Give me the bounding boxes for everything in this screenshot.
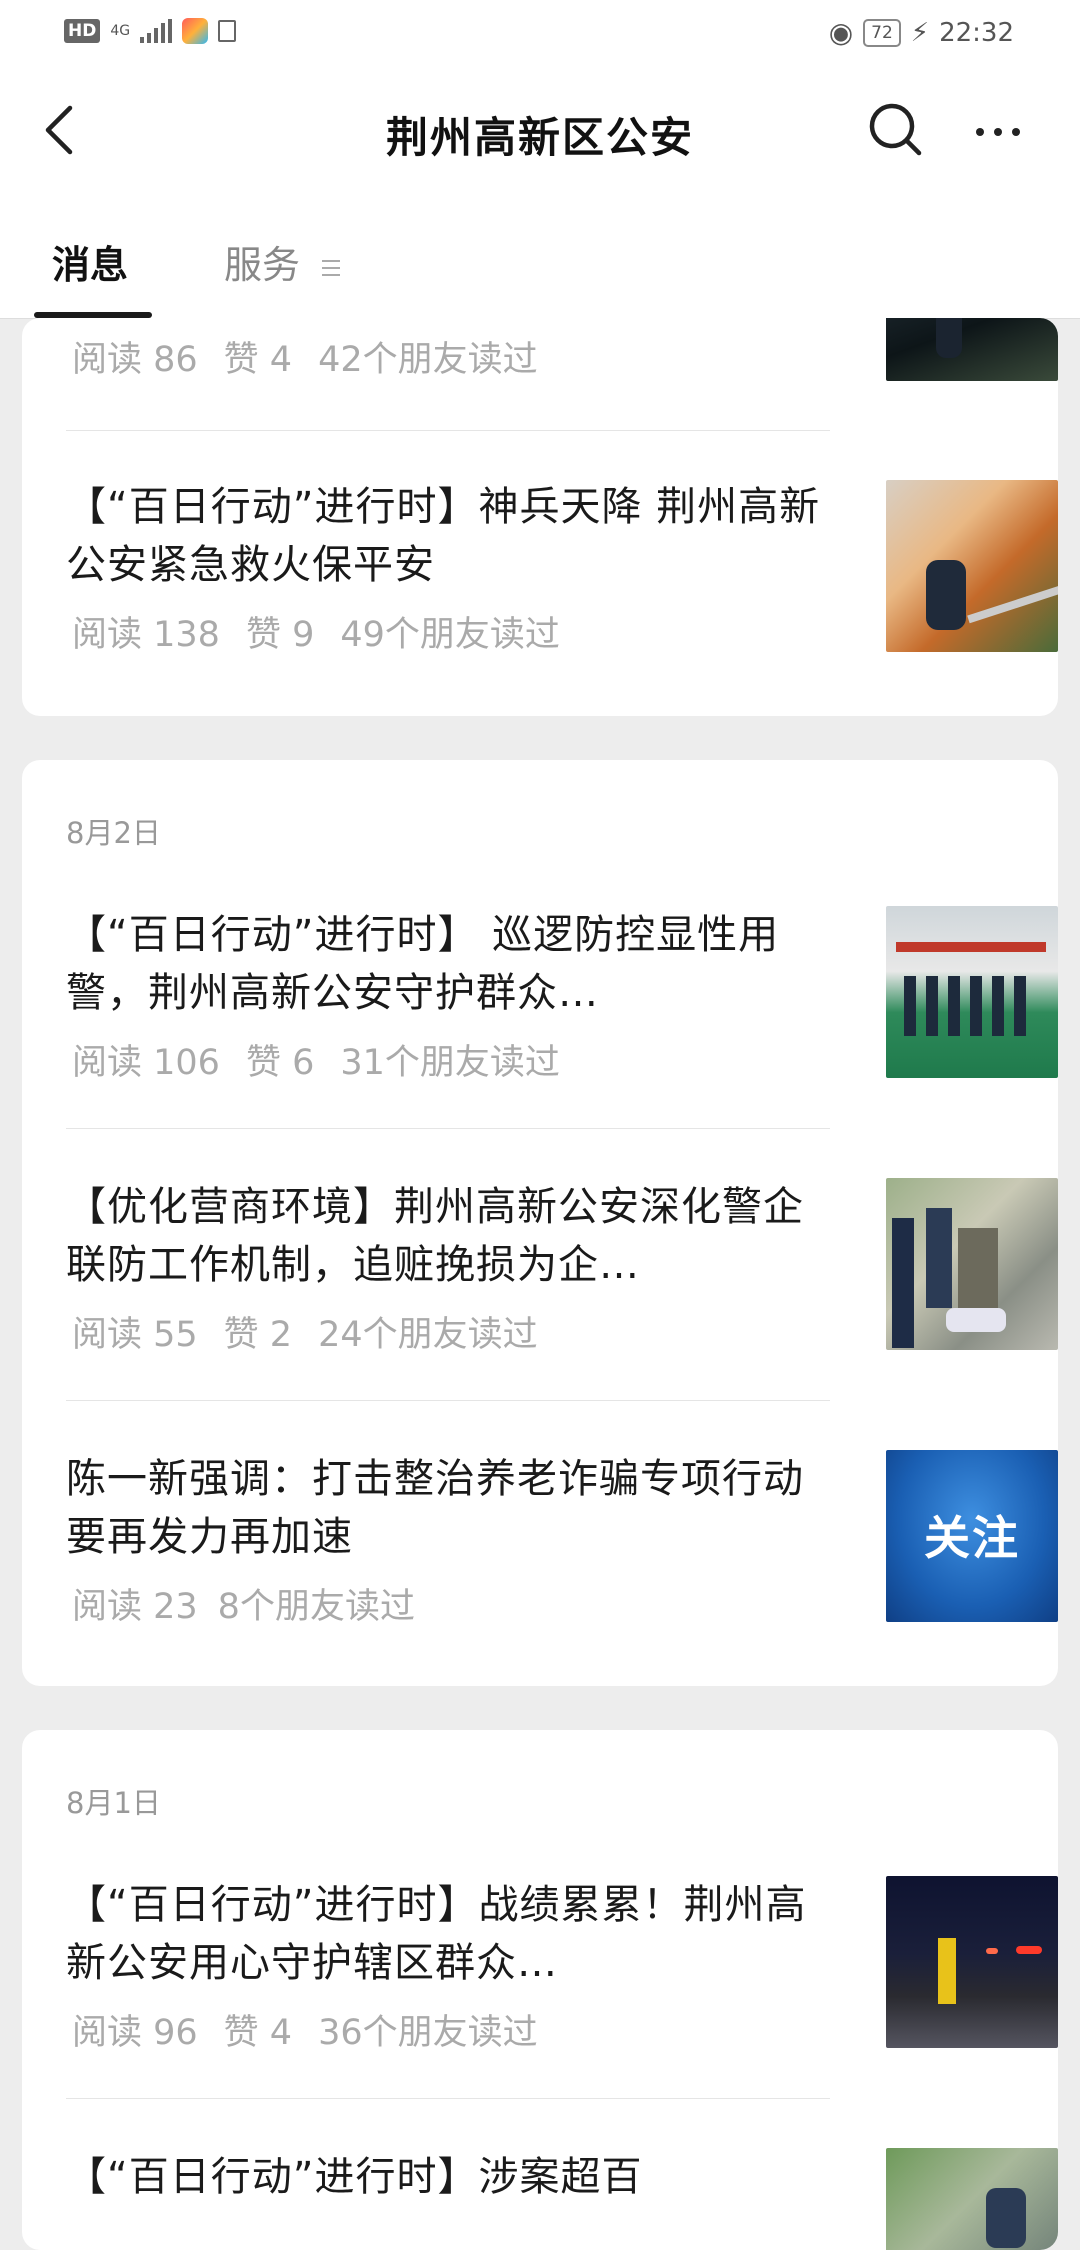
tab-messages-label: 消息 <box>52 243 129 287</box>
article-item[interactable]: 【“百日行动”进行时】战绩累累！荆州高新公安用心守护辖区群众… 阅读 96 赞 4… <box>66 1876 1058 2056</box>
dot-icon <box>976 128 984 136</box>
read-count: 阅读 106 <box>72 1043 220 1083</box>
article-thumbnail <box>886 480 1058 652</box>
eye-comfort-icon: ◉ <box>828 16 854 49</box>
hd-indicator: HD <box>64 19 101 43</box>
friends-read: 31个朋友读过 <box>340 1043 560 1083</box>
message-group: 8月1日 【“百日行动”进行时】战绩累累！荆州高新公安用心守护辖区群众… 阅读 … <box>22 1730 1058 2250</box>
article-item[interactable]: 阅读 86 赞 4 42个朋友读过 <box>66 318 1058 428</box>
article-title: 【“百日行动”进行时】涉案超百 <box>66 2154 643 2200</box>
article-item[interactable]: 【“百日行动”进行时】 巡逻防控显性用警，荆州高新公安守护群众… 阅读 106 赞… <box>66 906 1058 1086</box>
dot-icon <box>1012 128 1020 136</box>
article-meta: 阅读 55 赞 2 24个朋友读过 <box>72 1306 564 1357</box>
signal-icon <box>140 19 173 43</box>
divider <box>66 430 830 431</box>
read-count: 阅读 138 <box>72 615 220 655</box>
article-meta: 阅读 86 赞 4 42个朋友读过 <box>72 331 564 382</box>
article-meta: 阅读 23 8个朋友读过 <box>72 1578 441 1629</box>
battery-icon: 72 <box>863 18 901 47</box>
app-notification-icon <box>182 18 209 44</box>
article-thumbnail <box>886 2148 1058 2250</box>
friends-read: 49个朋友读过 <box>340 615 560 655</box>
search-button[interactable] <box>866 100 926 160</box>
tab-services[interactable]: 服务 <box>224 234 341 289</box>
article-title: 陈一新强调：打击整治养老诈骗专项行动要再发力再加速 <box>66 1456 804 1560</box>
divider <box>66 1128 830 1129</box>
network-type: 4G <box>110 23 131 39</box>
more-button[interactable] <box>976 120 1032 144</box>
read-count: 阅读 86 <box>72 340 198 380</box>
read-count: 阅读 55 <box>72 1315 198 1355</box>
message-group: 8月2日 【“百日行动”进行时】 巡逻防控显性用警，荆州高新公安守护群众… 阅读… <box>22 760 1058 1686</box>
dot-icon <box>994 128 1002 136</box>
thumbnail-caption: 关注 <box>924 1511 1020 1565</box>
like-count: 赞 9 <box>245 615 315 655</box>
status-bar: HD 4G ◉ 72 ⚡ 22:32 <box>0 0 1080 64</box>
article-meta: 阅读 106 赞 6 31个朋友读过 <box>72 1034 586 1085</box>
read-count: 阅读 96 <box>72 2013 198 2053</box>
friends-read: 24个朋友读过 <box>318 1315 538 1355</box>
article-meta: 阅读 96 赞 4 36个朋友读过 <box>72 2004 564 2055</box>
tab-bar: 消息 服务 <box>0 204 1080 319</box>
group-date: 8月1日 <box>66 1786 161 1820</box>
message-group: 阅读 86 赞 4 42个朋友读过 【“百日行动”进行时】神兵天降 荆州高新公安紧急… <box>22 318 1058 716</box>
article-title: 【优化营商环境】荆州高新公安深化警企联防工作机制，追赃挽损为企… <box>66 1184 804 1288</box>
article-thumbnail <box>886 318 1058 381</box>
divider <box>66 1400 830 1401</box>
article-thumbnail <box>886 906 1058 1078</box>
like-count: 赞 4 <box>223 340 293 380</box>
friends-read: 8个朋友读过 <box>217 1587 415 1627</box>
tab-messages[interactable]: 消息 <box>52 234 128 289</box>
search-icon <box>869 103 922 156</box>
friends-read: 36个朋友读过 <box>318 2013 538 2053</box>
group-date: 8月2日 <box>66 816 161 850</box>
article-item[interactable]: 【“百日行动”进行时】涉案超百 <box>66 2148 1058 2250</box>
sim-icon <box>218 20 237 42</box>
article-thumbnail: 关注 <box>886 1450 1058 1622</box>
menu-icon <box>322 255 341 281</box>
charging-icon: ⚡ <box>910 17 930 48</box>
article-item[interactable]: 【“百日行动”进行时】神兵天降 荆州高新公安紧急救火保平安 阅读 138 赞 9 4… <box>66 478 1058 658</box>
like-count: 赞 2 <box>223 1315 293 1355</box>
article-title: 【“百日行动”进行时】战绩累累！荆州高新公安用心守护辖区群众… <box>66 1882 807 1986</box>
like-count: 赞 4 <box>223 2013 293 2053</box>
friends-read: 42个朋友读过 <box>318 340 538 380</box>
article-title: 【“百日行动”进行时】神兵天降 荆州高新公安紧急救火保平安 <box>66 484 821 588</box>
article-title: 【“百日行动”进行时】 巡逻防控显性用警，荆州高新公安守护群众… <box>66 912 780 1016</box>
read-count: 阅读 23 <box>72 1587 198 1627</box>
article-meta: 阅读 138 赞 9 49个朋友读过 <box>72 606 586 657</box>
article-item[interactable]: 【优化营商环境】荆州高新公安深化警企联防工作机制，追赃挽损为企… 阅读 55 赞 … <box>66 1178 1058 1358</box>
like-count: 赞 6 <box>245 1043 315 1083</box>
top-nav: 荆州高新区公安 <box>0 64 1080 204</box>
article-item[interactable]: 陈一新强调：打击整治养老诈骗专项行动要再发力再加速 阅读 23 8个朋友读过 关注 <box>66 1450 1058 1630</box>
clock: 22:32 <box>939 17 1014 48</box>
article-thumbnail <box>886 1876 1058 2048</box>
divider <box>66 2098 830 2099</box>
article-thumbnail <box>886 1178 1058 1350</box>
tab-services-label: 服务 <box>224 243 301 287</box>
